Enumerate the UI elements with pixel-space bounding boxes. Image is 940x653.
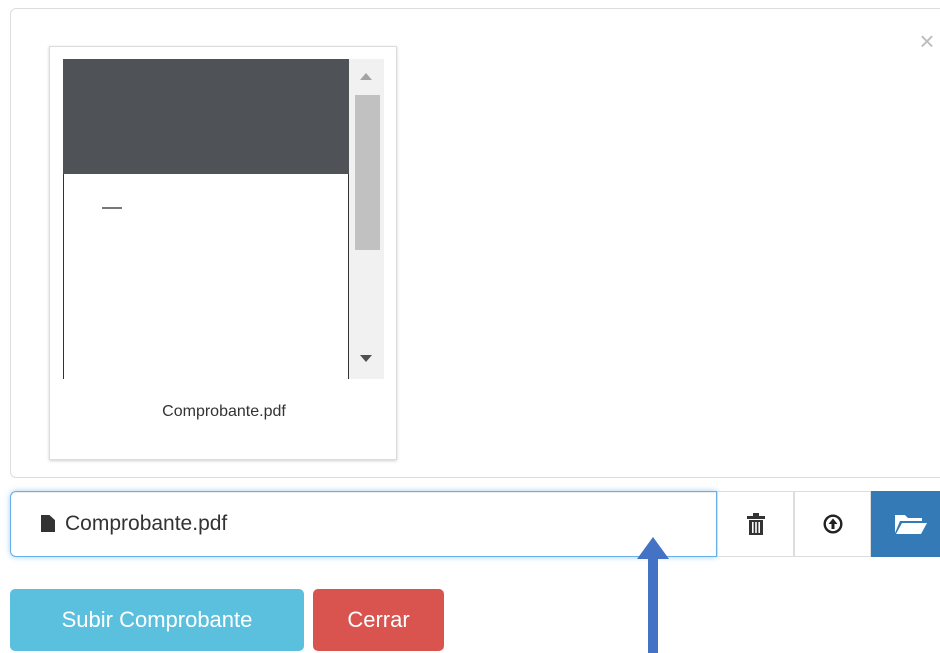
remove-file-button[interactable] bbox=[717, 491, 794, 557]
pdf-scrollbar[interactable] bbox=[349, 59, 384, 379]
pdf-page bbox=[63, 174, 349, 379]
folder-open-icon bbox=[895, 515, 927, 534]
annotation-arrow-icon bbox=[637, 537, 669, 653]
file-input-group: Comprobante.pdf bbox=[10, 491, 940, 557]
upload-file-button[interactable] bbox=[794, 491, 871, 557]
file-preview-panel: Comprobante.pdf bbox=[10, 8, 940, 478]
browse-file-button[interactable] bbox=[871, 491, 940, 557]
selected-file-name: Comprobante.pdf bbox=[65, 512, 228, 535]
file-thumbnail-card: Comprobante.pdf bbox=[49, 46, 397, 460]
scroll-up-arrow-icon[interactable] bbox=[360, 73, 372, 80]
pdf-page-text bbox=[102, 207, 122, 209]
trash-icon bbox=[746, 513, 765, 535]
pdf-viewer[interactable] bbox=[63, 59, 385, 379]
scrollbar-thumb[interactable] bbox=[355, 95, 380, 250]
close-icon[interactable]: × bbox=[915, 28, 939, 54]
file-thumbnail-caption: Comprobante.pdf bbox=[162, 403, 286, 420]
submit-receipt-button[interactable]: Subir Comprobante bbox=[10, 589, 304, 651]
pdf-toolbar bbox=[63, 59, 349, 174]
close-button[interactable]: Cerrar bbox=[313, 589, 444, 651]
scroll-down-arrow-icon[interactable] bbox=[360, 355, 372, 362]
upload-icon bbox=[822, 514, 843, 534]
file-icon bbox=[41, 515, 55, 532]
file-caption-field[interactable]: Comprobante.pdf bbox=[10, 491, 717, 557]
